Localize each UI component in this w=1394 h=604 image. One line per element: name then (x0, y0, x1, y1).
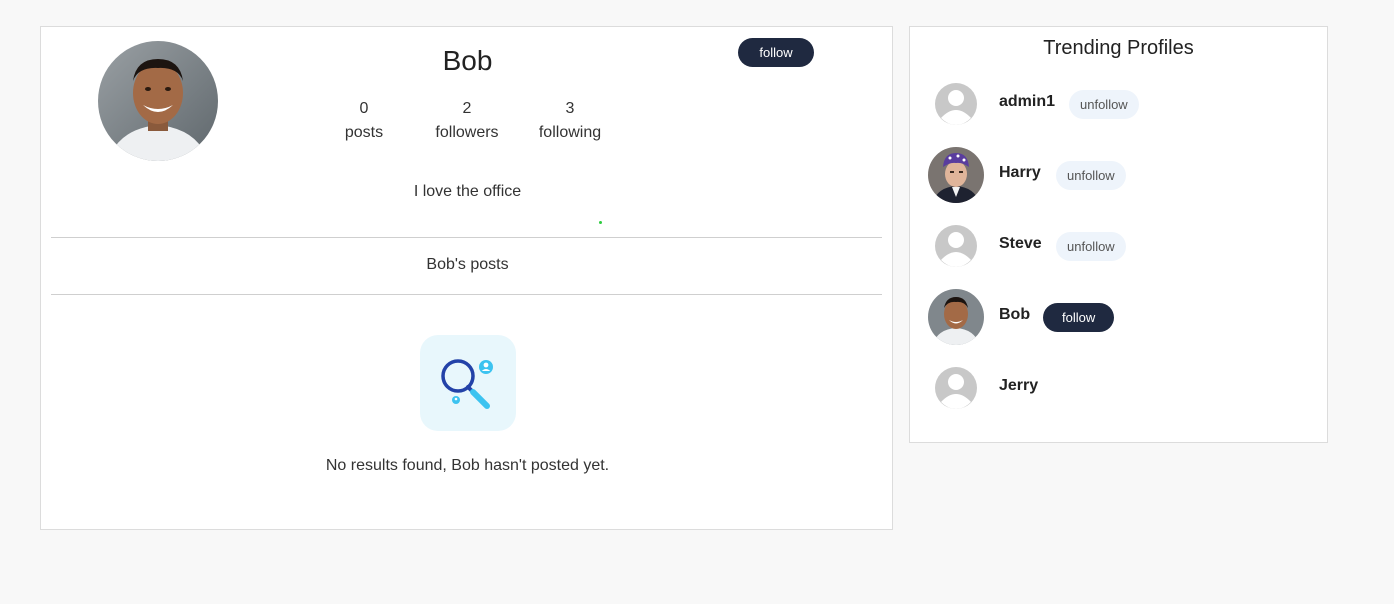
posts-heading: Bob's posts (426, 256, 509, 273)
trending-profile-name[interactable]: Harry (999, 164, 1041, 182)
status-dot (599, 221, 602, 224)
trending-profile-row: Steve unfollow (910, 218, 1327, 274)
follow-button[interactable]: follow (738, 38, 814, 67)
photo-avatar-icon[interactable] (928, 289, 984, 345)
stat-posts-value: 0 (359, 100, 369, 117)
trending-profile-name[interactable]: admin1 (999, 93, 1055, 111)
trending-profile-name[interactable]: Steve (999, 235, 1042, 253)
trending-title: Trending Profiles (1043, 37, 1194, 59)
unfollow-button[interactable]: unfollow (1056, 232, 1126, 261)
default-avatar-icon[interactable] (928, 76, 984, 132)
profile-card: Bob follow 0 posts 2 followers 3 followi… (40, 26, 893, 530)
trending-profile-row: admin1 unfollow (910, 76, 1327, 132)
unfollow-button[interactable]: unfollow (1069, 90, 1139, 119)
stat-following-value: 3 (565, 100, 575, 117)
default-avatar-icon[interactable] (928, 360, 984, 416)
profile-bio: I love the office (413, 183, 522, 200)
search-user-icon (420, 335, 516, 431)
trending-profile-row: Bob follow (910, 289, 1327, 345)
stat-following-label: following (538, 124, 602, 141)
trending-profile-row: Jerry (910, 360, 1327, 416)
photo-avatar-icon[interactable] (928, 147, 984, 203)
follow-button[interactable]: follow (1043, 303, 1115, 332)
stat-posts-label: posts (344, 124, 384, 141)
stat-followers-label: followers (435, 124, 499, 141)
stat-posts[interactable]: 0 posts (314, 97, 414, 145)
default-avatar-icon[interactable] (928, 218, 984, 274)
stat-following[interactable]: 3 following (520, 97, 620, 145)
trending-profiles-card: Trending Profiles admin1 unfollow Harry … (909, 26, 1328, 443)
stat-followers-value: 2 (462, 100, 472, 117)
trending-profile-row: Harry unfollow (910, 147, 1327, 203)
empty-message: No results found, Bob hasn't posted yet. (325, 457, 610, 474)
trending-profile-name[interactable]: Bob (999, 306, 1030, 324)
unfollow-button[interactable]: unfollow (1056, 161, 1126, 190)
divider (51, 237, 882, 238)
trending-profile-name[interactable]: Jerry (999, 377, 1038, 395)
divider (51, 294, 882, 295)
stat-followers[interactable]: 2 followers (417, 97, 517, 145)
